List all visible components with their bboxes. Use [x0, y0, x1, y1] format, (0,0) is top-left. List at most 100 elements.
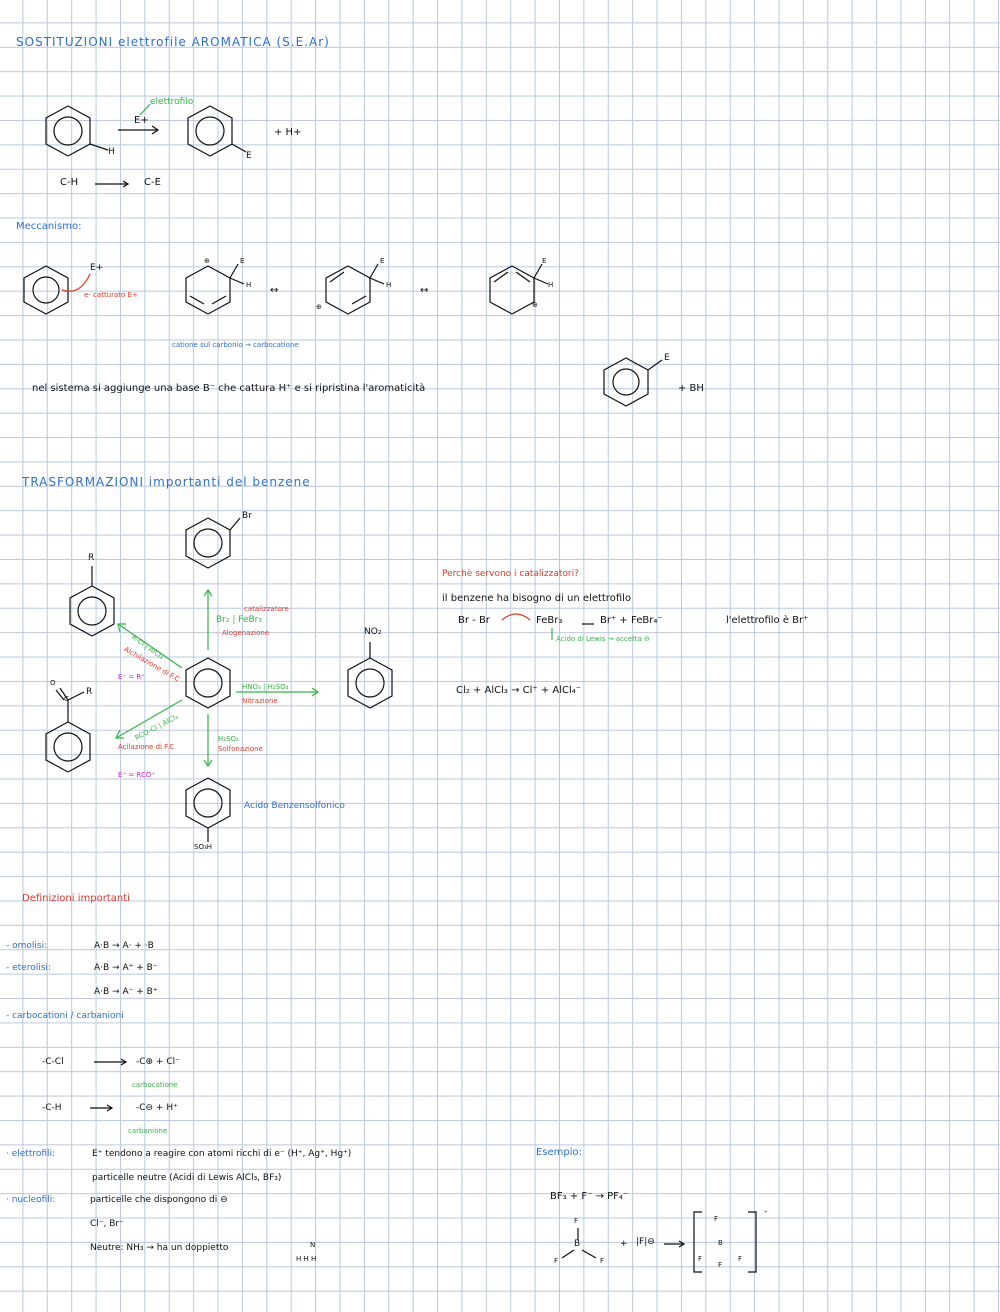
- bf4-f-left: F: [698, 1255, 703, 1263]
- bf3-f-top: F: [574, 1217, 579, 1225]
- bf4-b: B: [718, 1239, 723, 1247]
- acyl-e: E⁺ = RCO⁺: [118, 771, 156, 779]
- halog-reagent: Br₂ | FeBr₃: [216, 615, 262, 625]
- mech-e-1: E: [240, 257, 245, 265]
- bottom-sub: SO₃H: [194, 843, 213, 851]
- bond-to: C-E: [144, 177, 161, 188]
- alkyl-e: E⁺ = R⁺: [118, 673, 145, 681]
- catalyst-line1: il benzene ha bisogno di un elettrofilo: [442, 593, 632, 604]
- carbo-eq1-left: -C-Cl: [42, 1057, 64, 1067]
- drawings: [23, 103, 757, 1273]
- elettrofili-text2: particelle neutre (Acidi di Lewis AlCl₃,…: [92, 1173, 282, 1183]
- benzene-product: [187, 105, 247, 157]
- carbo-eq2-right: -C⊖ + H⁺: [136, 1103, 178, 1113]
- bf3-b: B: [574, 1239, 581, 1249]
- left-top-sub: R: [88, 553, 95, 563]
- nucleofili-text: particelle che dispongono di ⊖: [90, 1195, 228, 1205]
- nitr-label: Nitrazione: [242, 697, 278, 705]
- catalyst-question: Perchè servono i catalizzatori?: [442, 569, 579, 579]
- mech-h-1: H: [246, 281, 252, 289]
- benzene-center: [185, 657, 231, 709]
- acyl-label: Acilazione di F.C: [118, 743, 175, 751]
- mech-h-3: H: [548, 281, 554, 289]
- mech-product-plus: + BH: [678, 383, 704, 394]
- arrow-bond: [95, 180, 130, 188]
- section-title: SOSTITUZIONI elettrofile AROMATICA (S.E.…: [16, 35, 330, 49]
- nh3-n: N: [310, 1241, 316, 1249]
- benzene-right: [347, 642, 393, 709]
- left-bottom-r: R: [86, 687, 93, 697]
- right-sub: NO₂: [364, 627, 382, 637]
- halog-label: Alogenazione: [222, 629, 270, 637]
- product-e-label: E: [246, 151, 252, 161]
- nucleofili-text2: Cl⁻, Br⁻: [90, 1219, 124, 1229]
- carbo-eq2-left: -C-H: [42, 1103, 62, 1113]
- sulf-label: Solfonazione: [218, 745, 263, 753]
- catalyst-eq1-right: Br⁺ + FeBr₄⁻: [600, 615, 663, 626]
- restore-text: nel sistema si aggiunge una base B⁻ che …: [32, 383, 426, 394]
- eterolisi-eq1: A·B → A⁺ + B⁻: [94, 963, 158, 973]
- mechanism-title: Meccanismo:: [16, 221, 82, 232]
- mech-charge-2: ⊕: [316, 303, 322, 311]
- catalyst-eq2: Cl₂ + AlCl₃ → Cl⁺ + AlCl₄⁻: [456, 685, 582, 696]
- bf3-structure: [561, 1211, 757, 1273]
- bf4-f-right: F: [738, 1255, 743, 1263]
- example-eq: BF₃ + F⁻ → PF₄⁻: [550, 1191, 629, 1202]
- mech-h-2: H: [386, 281, 392, 289]
- benzene-reactant: [45, 105, 109, 157]
- nh3-h: H H H: [296, 1255, 317, 1263]
- nitr-reagent: HNO₃ | H₂SO₄: [242, 683, 289, 691]
- mech-capture-note: e- catturato E+: [84, 291, 138, 299]
- left-bottom-o: O: [50, 679, 56, 687]
- benzene-mech-1: [23, 265, 91, 315]
- mech-charge-1: ⊕: [204, 257, 210, 265]
- resonance-arrow-1: ↔: [270, 285, 279, 296]
- bf4-f-top: F: [714, 1215, 719, 1223]
- mech-electrophile: E+: [90, 263, 104, 273]
- resonance-arrow-2: ↔: [420, 285, 429, 296]
- example-plus: +: [620, 1239, 628, 1249]
- reagent-note: elettrofilo: [150, 97, 194, 107]
- bf4-f-bottom: F: [718, 1261, 723, 1269]
- omolisi-eq: A·B → A· + ·B: [94, 941, 154, 951]
- bf3-f-right: F: [600, 1257, 605, 1265]
- carbo-eq2-note: carbanione: [128, 1127, 168, 1135]
- lewis-note: Acido di Lewis → accetta ⊖: [556, 635, 650, 643]
- carbo-eq1-note: carbocatione: [132, 1081, 178, 1089]
- sigma-complex-2: [325, 263, 385, 315]
- top-sub: Br: [242, 511, 252, 521]
- catalyst-eq1-note: l'elettrofilo è Br⁺: [726, 615, 809, 626]
- mech-e-2: E: [380, 257, 385, 265]
- catalyst-eq1-left: Br - Br: [458, 615, 490, 626]
- mech-product-e: E: [664, 353, 670, 363]
- bottom-name: Acido Benzensolfonico: [244, 801, 345, 811]
- nucleofili-text3: Neutre: NH₃ → ha un doppietto: [90, 1243, 229, 1253]
- halog-cat: catalizzatore: [244, 605, 289, 613]
- benzene-mech-product: [603, 357, 663, 407]
- elettrofili-text: E⁺ tendono a reagire con atomi ricchi di…: [92, 1149, 352, 1159]
- sigma-complex-1: [185, 263, 245, 315]
- bond-from: C-H: [60, 177, 79, 188]
- carbo-label: - carbocationi / carbanioni: [6, 1011, 124, 1021]
- left-bottom-c: C: [64, 695, 69, 703]
- eterolisi-eq2: A·B → A⁻ + B⁺: [94, 987, 158, 997]
- bf4-charge: -: [764, 1207, 768, 1217]
- omolisi-label: - omolisi:: [6, 941, 48, 951]
- definitions-title: Definizioni importanti: [22, 893, 130, 904]
- reagent-label: E+: [134, 115, 149, 126]
- bf3-f-left: F: [554, 1257, 559, 1265]
- sigma-complex-3: [489, 263, 549, 315]
- byproduct-label: + H+: [274, 127, 302, 138]
- def-arrows: [90, 1058, 128, 1112]
- benzene-top: [185, 517, 241, 569]
- example-fluoride: |F|⊖: [636, 1237, 655, 1247]
- elettrofili-label: · elettrofili:: [6, 1149, 56, 1159]
- eterolisi-label: - eterolisi:: [6, 963, 51, 973]
- benzene-left-top: [69, 566, 115, 637]
- mech-e-3: E: [542, 257, 547, 265]
- example-title: Esempio:: [536, 1147, 583, 1158]
- catalyst-eq1-cat: FeBr₃: [536, 615, 563, 626]
- carbocation-note: catione sul carbonio → carbocatione: [172, 341, 299, 349]
- sulf-reagent: H₂SO₄: [218, 735, 239, 743]
- mech-charge-3: ⊕: [532, 301, 538, 309]
